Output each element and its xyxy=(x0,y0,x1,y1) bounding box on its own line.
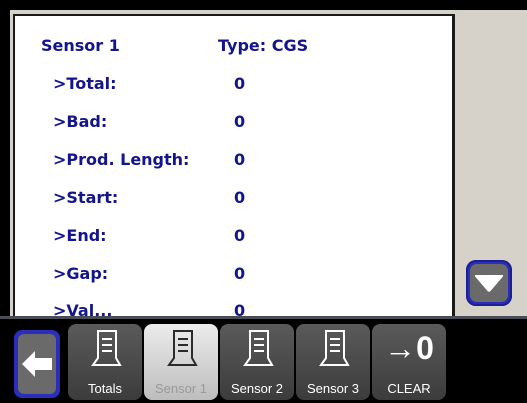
document-icon xyxy=(319,330,350,366)
document-icon xyxy=(167,330,198,366)
row-value: 0 xyxy=(234,150,246,169)
row-label: >Total: xyxy=(53,74,117,93)
top-edge xyxy=(0,0,527,10)
document-icon xyxy=(91,330,122,366)
row-label: >Prod. Length: xyxy=(53,150,190,169)
row-value: 0 xyxy=(234,226,246,245)
clear-label: CLEAR xyxy=(387,381,431,396)
row-label: >Gap: xyxy=(53,264,109,283)
toolbar-bevel xyxy=(0,316,527,319)
row-value: 0 xyxy=(234,112,246,131)
sensor-info-panel: Sensor 1 Type: CGS >Total: 0 >Bad: 0 >Pr… xyxy=(13,14,455,318)
scroll-down-button[interactable] xyxy=(466,260,512,306)
sensor-name: Sensor 1 xyxy=(41,36,120,55)
tab-sensor-3[interactable]: Sensor 3 xyxy=(296,324,370,400)
sensor-type: Type: CGS xyxy=(218,36,309,55)
row-value: 0 xyxy=(234,264,246,283)
back-button[interactable] xyxy=(14,330,60,398)
document-icon xyxy=(243,330,274,366)
arrow-left-icon xyxy=(22,351,52,377)
tab-sensor-2[interactable]: Sensor 2 xyxy=(220,324,294,400)
tab-totals[interactable]: Totals xyxy=(68,324,142,400)
tab-label: Totals xyxy=(88,381,122,396)
left-edge xyxy=(0,0,10,320)
row-label: >End: xyxy=(53,226,107,245)
arrow-to-zero-icon: →0 xyxy=(384,330,434,366)
tab-label: Sensor 1 xyxy=(154,381,208,396)
row-label: >Start: xyxy=(53,188,119,207)
row-value: 0 xyxy=(234,74,246,93)
row-value: 0 xyxy=(234,188,246,207)
bottom-toolbar: Totals Sensor 1 Sensor 2 Sensor 3 →0 CLE… xyxy=(0,316,527,403)
row-label: >Bad: xyxy=(53,112,108,131)
tab-sensor-1[interactable]: Sensor 1 xyxy=(144,324,218,400)
tab-label: Sensor 3 xyxy=(306,381,360,396)
triangle-down-icon xyxy=(474,275,504,292)
tab-label: Sensor 2 xyxy=(230,381,284,396)
app-window: Sensor 1 Type: CGS >Total: 0 >Bad: 0 >Pr… xyxy=(0,0,527,403)
clear-button[interactable]: →0 CLEAR xyxy=(372,324,446,400)
